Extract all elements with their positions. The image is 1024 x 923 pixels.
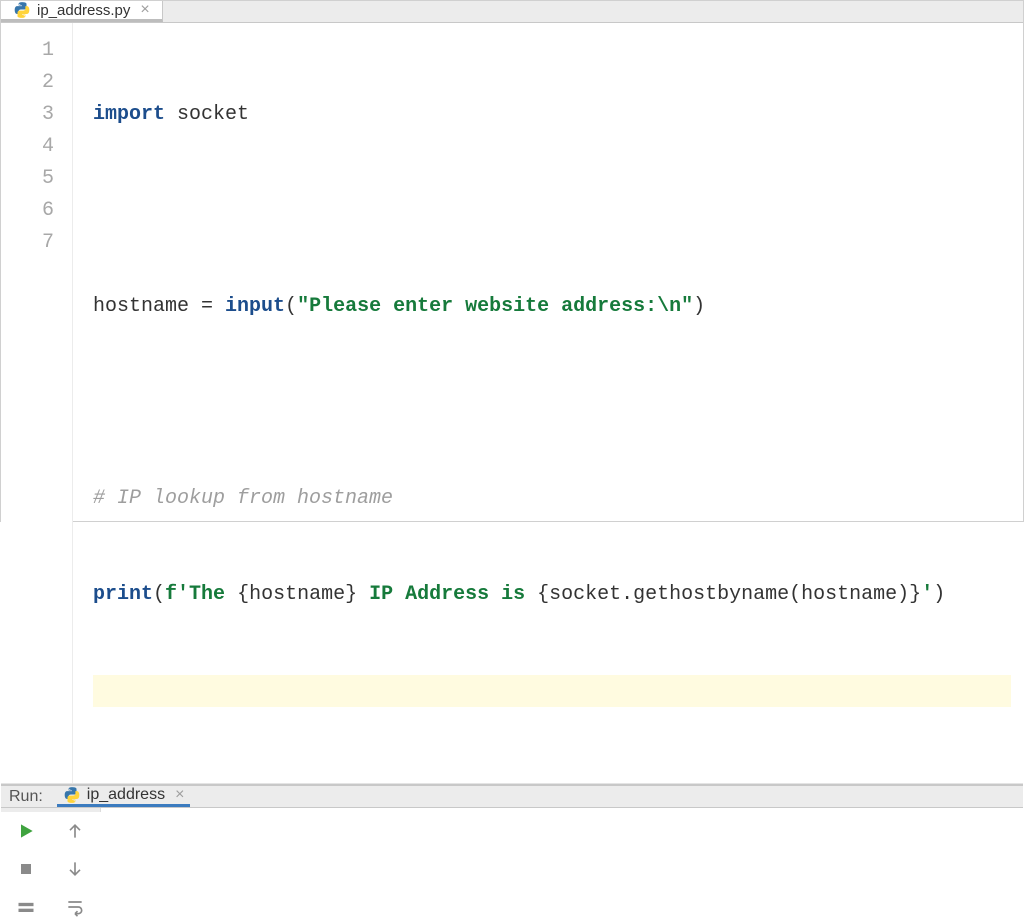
run-config-tab[interactable]: ip_address × bbox=[57, 786, 191, 807]
scroll-up-button[interactable] bbox=[59, 815, 91, 847]
code-token: import bbox=[93, 103, 165, 126]
line-number: 3 bbox=[1, 99, 54, 131]
code-token: {socket.gethostbyname(hostname)} bbox=[537, 583, 921, 606]
editor-tab[interactable]: ip_address.py × bbox=[1, 1, 163, 22]
stop-button[interactable] bbox=[10, 853, 42, 885]
rerun-button[interactable] bbox=[10, 815, 42, 847]
scroll-down-button[interactable] bbox=[59, 853, 91, 885]
code-token: socket bbox=[177, 103, 249, 126]
code-token: input bbox=[225, 295, 285, 318]
line-number-gutter: 1 2 3 4 5 6 7 bbox=[1, 23, 73, 783]
code-token: The bbox=[189, 583, 237, 606]
code-token: ) bbox=[693, 295, 705, 318]
run-config-name: ip_address bbox=[87, 786, 165, 804]
code-area[interactable]: import socket hostname = input("Please e… bbox=[73, 23, 1023, 783]
code-comment: # IP lookup from hostname bbox=[93, 487, 393, 510]
current-line-highlight bbox=[93, 675, 1011, 707]
line-number: 4 bbox=[1, 131, 54, 163]
python-file-icon bbox=[63, 786, 81, 804]
code-token: f' bbox=[165, 583, 189, 606]
code-token: print bbox=[93, 583, 153, 606]
code-token: = bbox=[189, 295, 225, 318]
code-token: ( bbox=[153, 583, 165, 606]
close-icon[interactable]: × bbox=[175, 786, 184, 804]
python-file-icon bbox=[13, 1, 31, 19]
run-panel-label: Run: bbox=[9, 788, 43, 806]
code-token: ) bbox=[933, 583, 945, 606]
run-panel-header: Run: ip_address × bbox=[1, 786, 1023, 808]
code-token: ( bbox=[285, 295, 297, 318]
line-number: 6 bbox=[1, 195, 54, 227]
layout-button[interactable] bbox=[10, 891, 42, 923]
line-number: 7 bbox=[1, 227, 54, 259]
code-token: "Please enter website address:\n" bbox=[297, 295, 693, 318]
line-number: 5 bbox=[1, 163, 54, 195]
line-number: 2 bbox=[1, 67, 54, 99]
code-token: ' bbox=[921, 583, 933, 606]
code-token: IP Address is bbox=[357, 583, 537, 606]
run-console[interactable]: /Users/pankaj/Documents/PycharmProjects/… bbox=[101, 808, 1023, 824]
close-icon[interactable]: × bbox=[140, 2, 149, 18]
soft-wrap-button[interactable] bbox=[59, 891, 91, 923]
line-number: 1 bbox=[1, 35, 54, 67]
code-token: {hostname} bbox=[237, 583, 357, 606]
code-token: hostname bbox=[93, 295, 189, 318]
editor-tab-label: ip_address.py bbox=[37, 2, 130, 19]
run-toolbar bbox=[1, 808, 101, 812]
editor-tab-bar: ip_address.py × bbox=[1, 1, 1023, 23]
code-editor[interactable]: 1 2 3 4 5 6 7 import socket hostname = i… bbox=[1, 23, 1023, 784]
